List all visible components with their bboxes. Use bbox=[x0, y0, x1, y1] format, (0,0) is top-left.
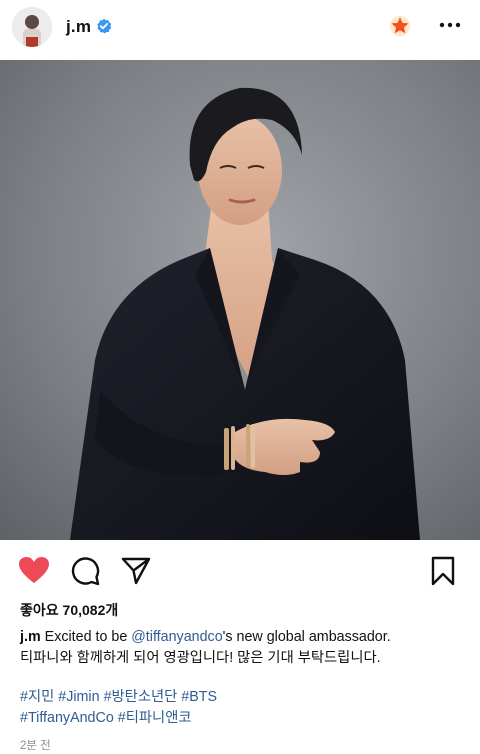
bookmark-icon[interactable] bbox=[431, 556, 455, 586]
heart-icon[interactable] bbox=[18, 556, 50, 584]
mention-link[interactable]: @tiffanyandco bbox=[131, 629, 222, 645]
username[interactable]: j.m bbox=[66, 17, 91, 37]
more-options-icon[interactable] bbox=[438, 15, 462, 35]
hashtag-link[interactable]: #티파니앤코 bbox=[118, 710, 192, 726]
post-timestamp: 2분 전 bbox=[20, 740, 51, 752]
hashtags: #지민 #Jimin #방탄소년단 #BTS #TiffanyAndCo #티파… bbox=[20, 687, 464, 729]
caption: j.m Excited to be @tiffanyandco's new gl… bbox=[20, 627, 464, 669]
avatar[interactable] bbox=[12, 7, 52, 47]
hashtag-link[interactable]: #TiffanyAndCo bbox=[20, 710, 114, 726]
hashtag-link[interactable]: #BTS bbox=[181, 689, 217, 705]
hashtag-link[interactable]: #지민 bbox=[20, 689, 54, 705]
caption-username[interactable]: j.m bbox=[20, 629, 41, 645]
hashtag-link[interactable]: #방탄소년단 bbox=[104, 689, 178, 705]
caption-korean-line: 티파니와 함께하게 되어 영광입니다! 많은 기대 부탁드립니다. bbox=[20, 650, 381, 666]
post-header: j.m bbox=[0, 0, 480, 58]
comment-icon[interactable] bbox=[70, 556, 100, 586]
hashtag-link[interactable]: #Jimin bbox=[58, 689, 99, 705]
like-count[interactable]: 좋아요 70,082개 bbox=[20, 600, 118, 620]
caption-text-start: Excited to be bbox=[44, 629, 132, 645]
post-actions bbox=[0, 552, 480, 588]
caption-text-end: 's new global ambassador. bbox=[222, 629, 391, 645]
favorite-star-icon[interactable] bbox=[389, 15, 411, 37]
verified-badge-icon bbox=[97, 18, 112, 34]
post-photo[interactable] bbox=[0, 60, 480, 540]
share-icon[interactable] bbox=[121, 557, 151, 585]
